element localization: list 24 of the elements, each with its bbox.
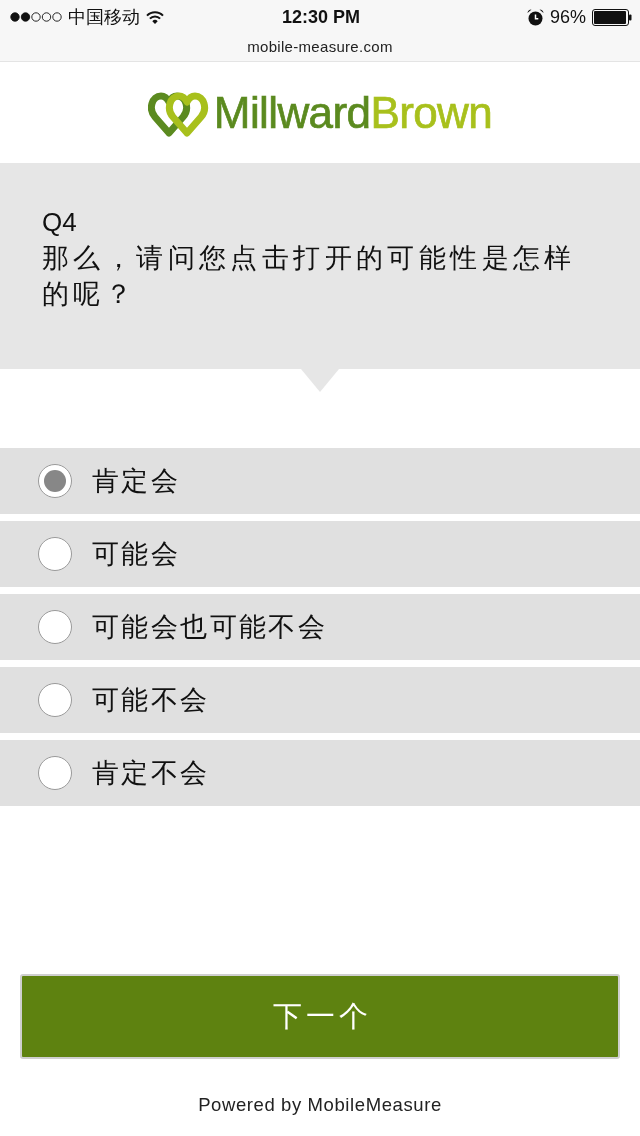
radio-button[interactable] (38, 537, 72, 571)
answer-option[interactable]: 肯定不会 (0, 740, 640, 806)
answer-option[interactable]: 可能不会 (0, 667, 640, 733)
wifi-icon (146, 10, 164, 24)
radio-button[interactable] (38, 610, 72, 644)
radio-button[interactable] (38, 683, 72, 717)
logo-text: Millward (213, 90, 371, 135)
next-button[interactable]: 下一个 (20, 974, 620, 1059)
url-text[interactable]: mobile-measure.com (247, 37, 393, 55)
battery-percentage: 96% (550, 6, 586, 28)
radio-button[interactable] (38, 756, 72, 790)
alarm-clock-icon (527, 8, 544, 26)
status-time: 12:30 PM (282, 6, 361, 28)
answer-option[interactable]: 肯定会 (0, 448, 640, 514)
answer-option[interactable]: 可能会也可能不会 (0, 594, 640, 660)
carrier-name: 中国移动 (68, 6, 140, 29)
question-number: Q4 (42, 206, 77, 239)
battery-icon (592, 8, 632, 26)
signal-dots-icon (10, 12, 62, 22)
answer-option[interactable]: 可能会 (0, 521, 640, 587)
powered-by-text: Powered by MobileMeasure (198, 1094, 442, 1116)
question-text: 那么，请问您点击打开的可能性是怎样的呢？ (42, 242, 577, 311)
logo-text: Brown (370, 90, 493, 135)
radio-button[interactable] (38, 464, 72, 498)
